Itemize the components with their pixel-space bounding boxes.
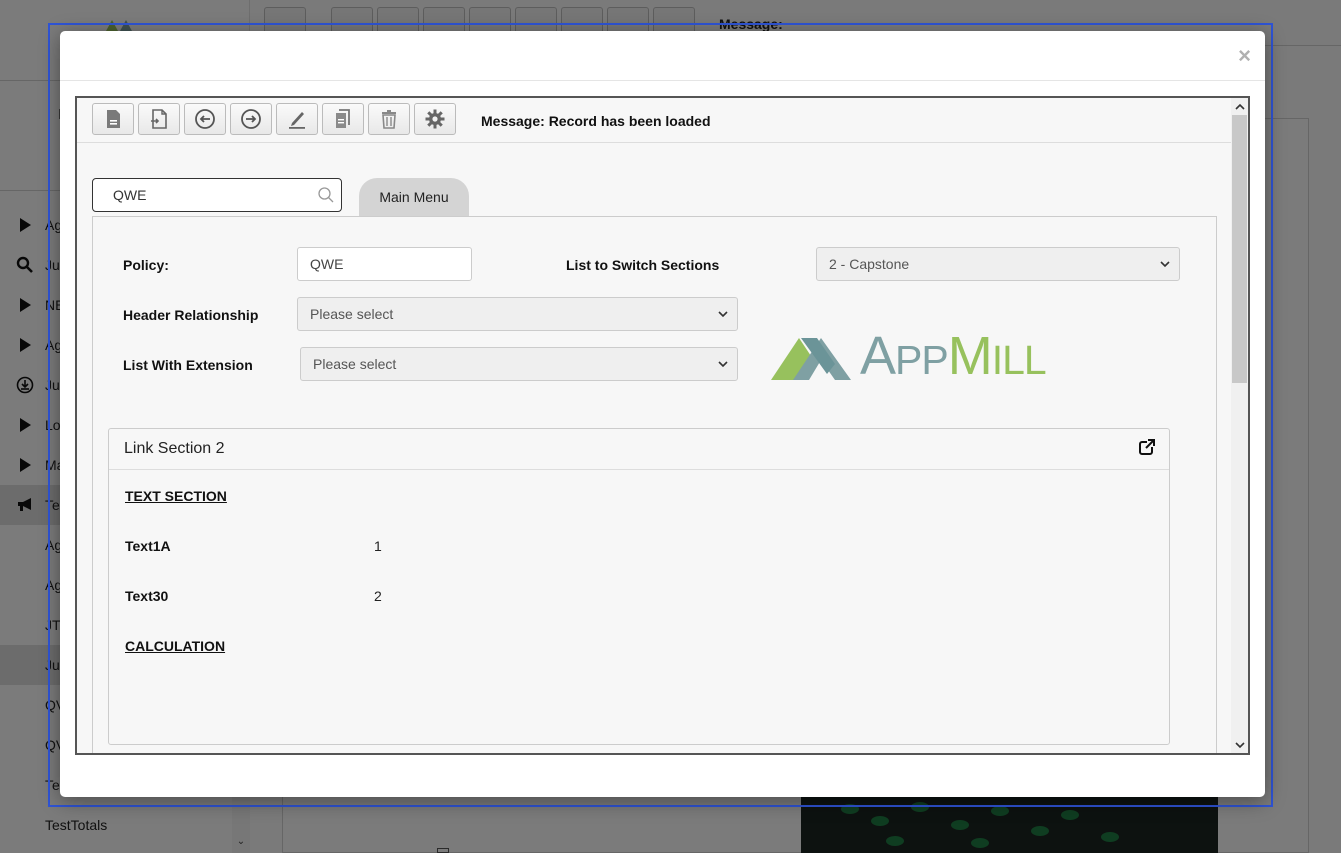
- record-modal: × Message: Record has been loaded QWE Ma…: [60, 31, 1265, 797]
- next-button[interactable]: [230, 103, 272, 135]
- close-button[interactable]: ×: [1238, 43, 1251, 69]
- pencil-icon: [289, 112, 305, 129]
- appmill-mark-icon: [771, 338, 851, 380]
- tab-main-menu[interactable]: Main Menu: [359, 178, 469, 216]
- record-frame: Message: Record has been loaded Main Men…: [75, 96, 1250, 755]
- main-content-panel: Policy: List to Switch Sections 2 - Caps…: [92, 216, 1217, 753]
- search-box: [92, 178, 342, 212]
- gear-icon: [425, 109, 445, 129]
- list-extension-label: List With Extension: [123, 357, 253, 373]
- link-section: Link Section 2 TEXT SECTION Text1A 1 Tex…: [108, 428, 1170, 745]
- list-extension-select[interactable]: Please select: [300, 347, 738, 381]
- scrollbar-thumb[interactable]: [1232, 115, 1247, 383]
- edit-button[interactable]: [276, 103, 318, 135]
- field-value: 1: [374, 538, 382, 554]
- copy-icon: [336, 109, 350, 128]
- field-value: 2: [374, 588, 382, 604]
- list-switch-select[interactable]: 2 - Capstone: [816, 247, 1180, 281]
- chevron-down-icon: [718, 311, 728, 318]
- chevron-down-icon: [718, 361, 728, 368]
- chevron-down-icon: [1160, 261, 1170, 268]
- header-relationship-select[interactable]: Please select: [297, 297, 738, 331]
- scroll-up-icon[interactable]: [1231, 98, 1248, 115]
- list-switch-label: List to Switch Sections: [566, 257, 720, 273]
- policy-label: Policy:: [123, 257, 169, 273]
- search-input[interactable]: [113, 186, 303, 204]
- delete-button[interactable]: [368, 103, 410, 135]
- arrow-right-circle-icon: [241, 109, 261, 129]
- policy-input[interactable]: [297, 247, 472, 281]
- link-section-header: Link Section 2: [109, 429, 1169, 470]
- calculation-heading: CALCULATION: [125, 638, 226, 654]
- scroll-down-icon[interactable]: [1231, 736, 1248, 753]
- settings-button[interactable]: [414, 103, 456, 135]
- open-record-button[interactable]: [138, 103, 180, 135]
- previous-button[interactable]: [184, 103, 226, 135]
- new-record-button[interactable]: [92, 103, 134, 135]
- field-label: Text30: [125, 588, 169, 604]
- logo-wordmark: APPMILL: [860, 326, 1047, 386]
- copy-button[interactable]: [322, 103, 364, 135]
- frame-scrollbar[interactable]: [1231, 98, 1248, 753]
- trash-icon: [382, 110, 396, 129]
- header-relationship-label: Header Relationship: [123, 307, 259, 323]
- arrow-left-circle-icon: [195, 109, 215, 129]
- record-toolbar: Message: Record has been loaded: [77, 98, 1231, 143]
- status-message: Message: Record has been loaded: [481, 113, 711, 129]
- new-document-icon: [107, 110, 120, 128]
- link-section-title: Link Section 2: [124, 440, 225, 457]
- appmill-logo: APPMILL: [771, 329, 1071, 384]
- field-label: Text1A: [125, 538, 171, 554]
- modal-header: ×: [60, 31, 1265, 81]
- external-link-icon[interactable]: [1139, 439, 1155, 455]
- search-icon[interactable]: [317, 186, 335, 204]
- text-section-heading: TEXT SECTION: [125, 488, 227, 504]
- open-document-icon: [151, 109, 167, 129]
